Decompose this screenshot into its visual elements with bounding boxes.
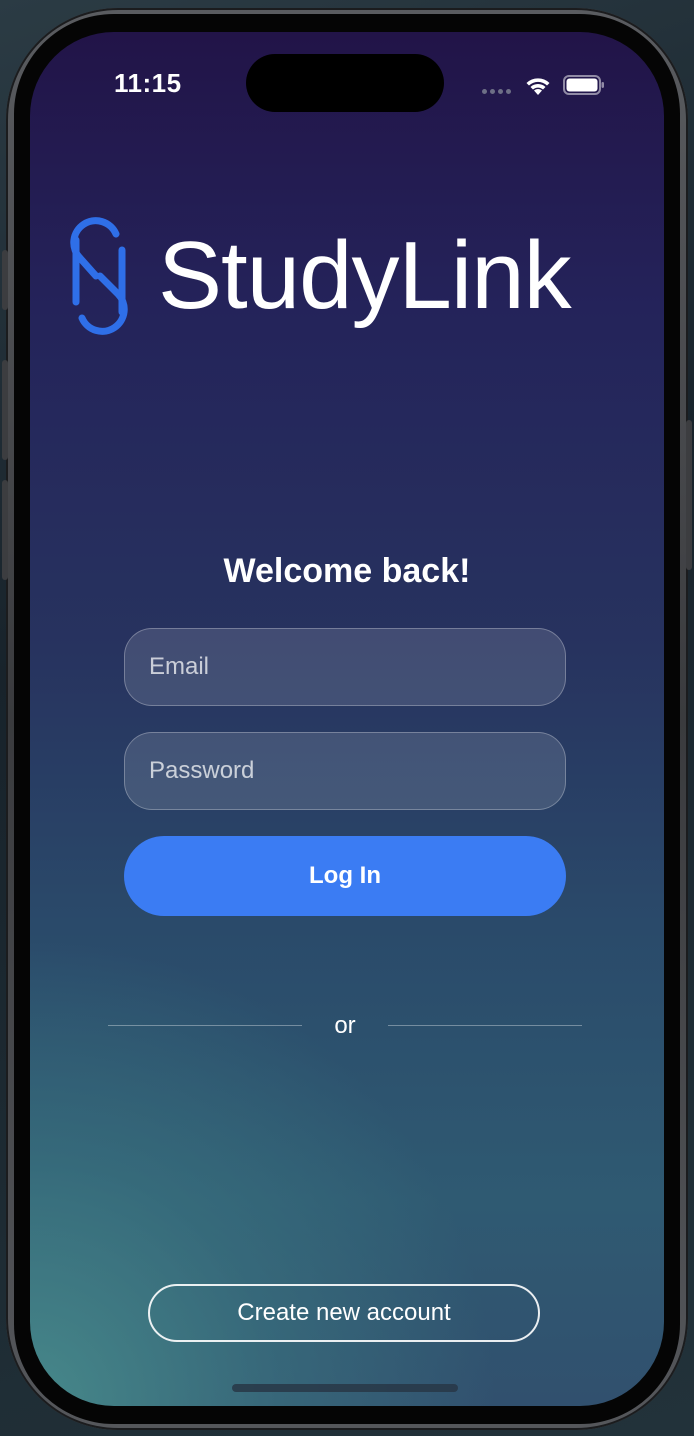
phone-side-button [2,250,8,310]
cellular-signal-icon [482,89,511,94]
email-field[interactable] [124,628,566,706]
app-name: StudyLink [158,222,572,329]
battery-icon [563,75,604,95]
home-indicator[interactable] [232,1384,458,1392]
app-logo: StudyLink [66,214,626,338]
divider-line-right [388,1025,582,1026]
dynamic-island [246,54,444,112]
divider-or-text: or [334,1012,356,1039]
create-account-button[interactable]: Create new account [148,1284,540,1342]
status-time: 11:15 [114,68,182,98]
welcome-heading: Welcome back! [223,552,471,590]
email-input[interactable] [125,629,565,705]
phone-power-button [686,420,692,570]
wifi-icon [526,78,550,95]
status-bar: 11:15 [30,32,664,132]
phone-volume-up-button [2,360,8,460]
password-field[interactable] [124,732,566,810]
password-input[interactable] [125,733,565,809]
phone-volume-down-button [2,480,8,580]
login-button[interactable]: Log In [124,836,566,916]
phone-screen: 11:15 StudyLink Welcome back! Log [30,32,664,1406]
link-icon [70,217,128,335]
